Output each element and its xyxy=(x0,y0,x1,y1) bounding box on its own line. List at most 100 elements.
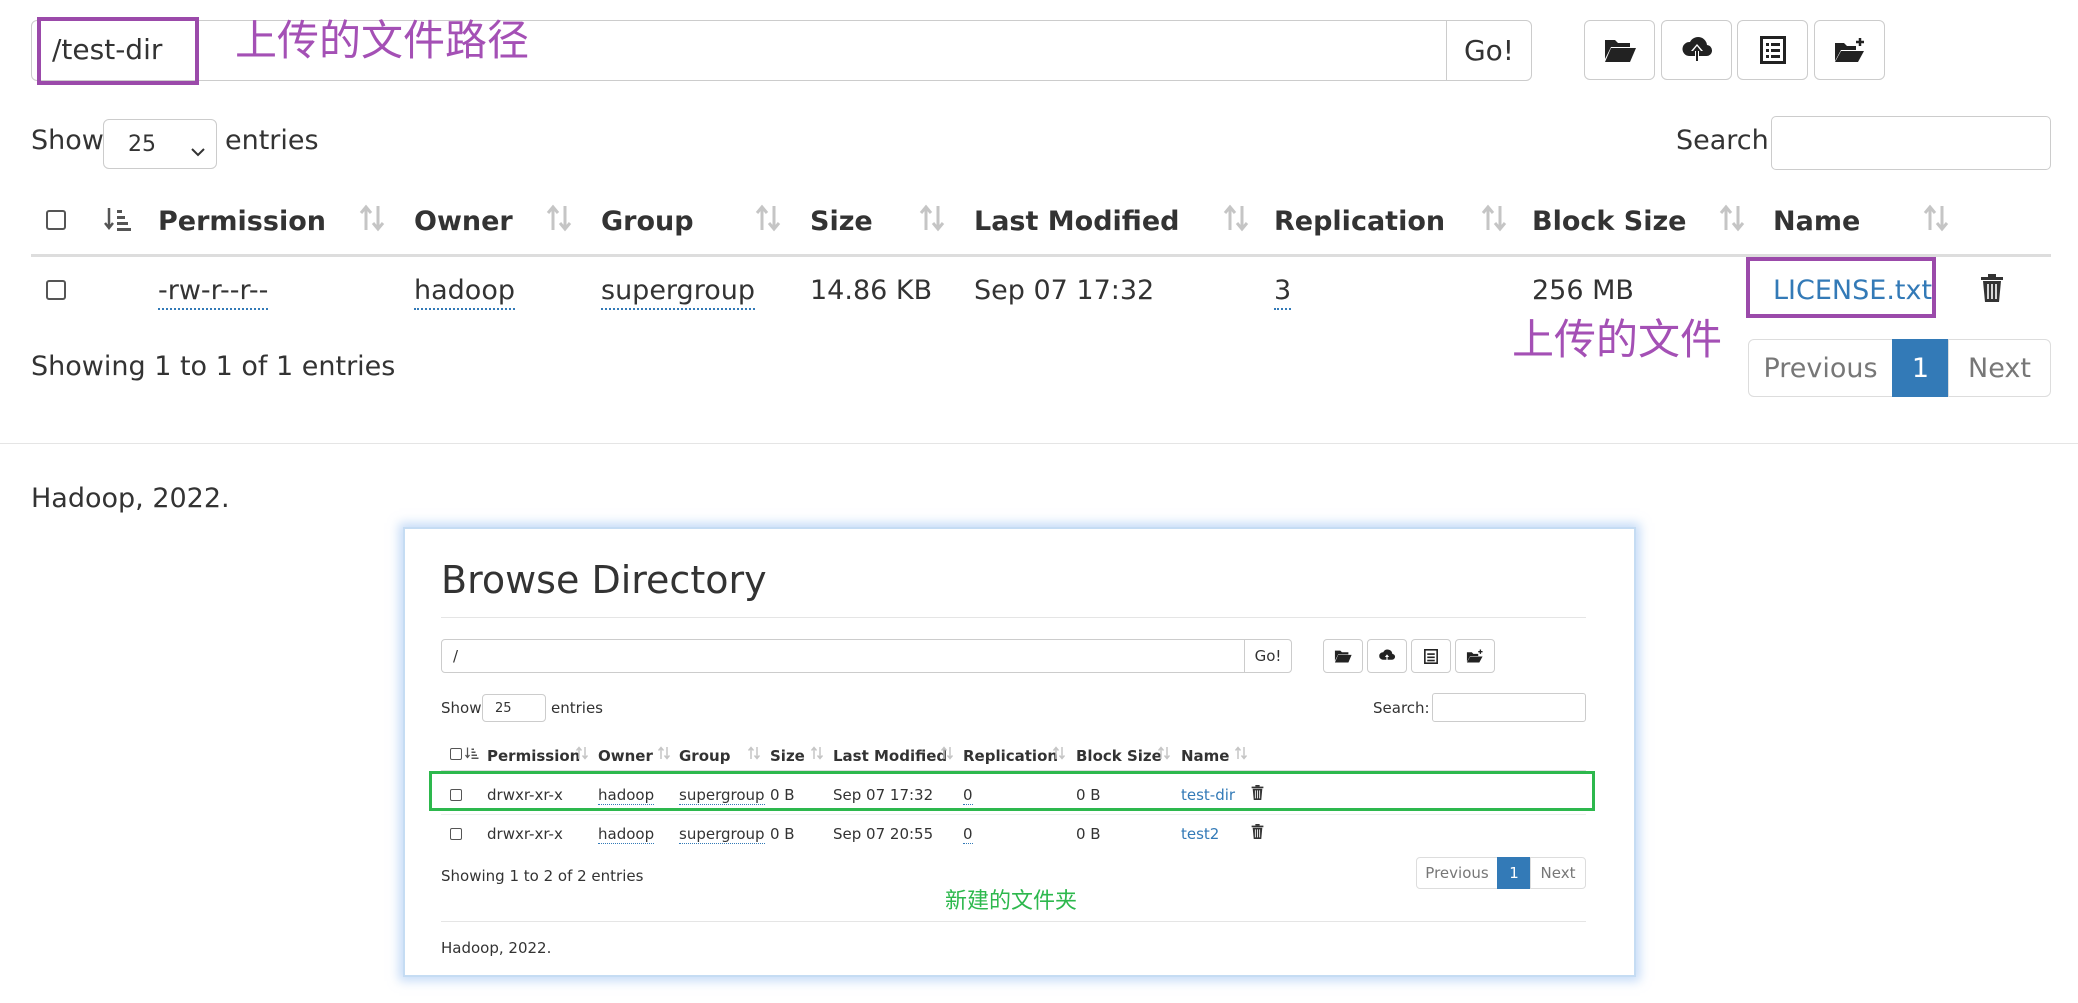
entries-select[interactable]: 25 xyxy=(103,119,217,169)
column-header-owner[interactable]: Owner xyxy=(414,205,513,239)
sort-both-icon[interactable] xyxy=(1922,204,1950,236)
page-1-button[interactable]: 1 xyxy=(1892,339,1949,397)
cell-group[interactable]: supergroup xyxy=(601,274,755,310)
sort-both-icon[interactable] xyxy=(1222,204,1250,236)
browse-folder-button[interactable] xyxy=(1584,20,1655,80)
path-highlight-box xyxy=(37,17,199,85)
inset-footer-divider xyxy=(441,921,1586,922)
sort-both-icon[interactable] xyxy=(918,204,946,236)
folder-open-icon xyxy=(1334,649,1352,663)
cell-owner[interactable]: hadoop xyxy=(414,274,515,310)
next-button[interactable]: Next xyxy=(1948,339,2051,397)
sort-both-icon[interactable] xyxy=(1052,745,1066,764)
cell-replication[interactable]: 3 xyxy=(1274,274,1292,310)
create-folder-button[interactable] xyxy=(1814,20,1885,80)
sort-both-icon[interactable] xyxy=(754,204,782,236)
cell-permission[interactable]: -rw-r--r-- xyxy=(158,274,269,310)
inset-browse-folder-button[interactable] xyxy=(1323,639,1363,673)
cell-block-size: 256 MB xyxy=(1532,275,1634,306)
trash-icon[interactable] xyxy=(1980,274,2004,306)
column-header-permission[interactable]: Permission xyxy=(158,205,326,239)
inset-list-view-button[interactable] xyxy=(1411,639,1451,673)
sort-both-icon[interactable] xyxy=(575,745,589,764)
folder-new-icon xyxy=(1466,649,1484,663)
chevron-down-icon xyxy=(190,138,206,163)
footer-divider xyxy=(0,443,2078,444)
inset-column-header-block-size[interactable]: Block Size xyxy=(1076,747,1162,765)
sort-both-icon[interactable] xyxy=(1480,204,1508,236)
show-label: Show xyxy=(31,125,104,156)
select-all-checkbox[interactable] xyxy=(46,210,66,230)
sort-both-icon[interactable] xyxy=(747,745,761,764)
sort-both-icon[interactable] xyxy=(940,745,954,764)
inset-folder-name-link[interactable]: test2 xyxy=(1181,825,1219,843)
inset-cell-permission: drwxr-xr-x xyxy=(487,825,563,843)
inset-cell-modified: Sep 07 20:55 xyxy=(833,825,934,843)
upload-button[interactable] xyxy=(1661,20,1732,80)
list-view-button[interactable] xyxy=(1737,20,1808,80)
column-header-last-modified[interactable]: Last Modified xyxy=(974,205,1179,239)
sort-both-icon[interactable] xyxy=(358,204,386,236)
inset-select-all-checkbox[interactable] xyxy=(450,748,462,760)
inset-cell-replication[interactable]: 0 xyxy=(963,825,973,844)
inset-row-divider xyxy=(441,814,1586,815)
inset-sort-order-icon[interactable] xyxy=(465,745,479,764)
inset-path-value: / xyxy=(453,647,459,665)
sort-both-icon[interactable] xyxy=(545,204,573,236)
inset-column-header-name[interactable]: Name xyxy=(1181,747,1229,765)
inset-column-header-permission[interactable]: Permission xyxy=(487,747,580,765)
inset-column-header-last-modified[interactable]: Last Modified xyxy=(833,747,947,765)
list-icon xyxy=(1424,648,1438,664)
entries-select-value: 25 xyxy=(128,131,156,157)
inset-cell-size: 0 B xyxy=(770,825,795,843)
trash-icon[interactable] xyxy=(1251,824,1264,843)
inset-screenshot: Browse Directory / Go! Show 25 entries S… xyxy=(403,527,1636,977)
inset-entries-select-value: 25 xyxy=(495,701,512,716)
inset-column-header-replication[interactable]: Replication xyxy=(963,747,1058,765)
sort-both-icon[interactable] xyxy=(1234,745,1248,764)
go-button[interactable]: Go! xyxy=(1446,20,1532,81)
row-checkbox[interactable] xyxy=(46,280,66,300)
file-annotation: 上传的文件 xyxy=(1512,315,1723,364)
inset-create-folder-button[interactable] xyxy=(1455,639,1495,673)
path-annotation: 上传的文件路径 xyxy=(235,16,530,65)
sort-both-icon[interactable] xyxy=(1157,745,1171,764)
inset-previous-button[interactable]: Previous xyxy=(1416,857,1498,889)
column-header-replication[interactable]: Replication xyxy=(1274,205,1445,239)
inset-entries-label: entries xyxy=(551,699,603,717)
inset-row-checkbox[interactable] xyxy=(450,828,462,840)
folder-open-icon xyxy=(1604,37,1636,63)
column-header-name[interactable]: Name xyxy=(1773,205,1860,239)
cell-size: 14.86 KB xyxy=(810,275,933,306)
inset-entries-select[interactable]: 25 xyxy=(482,694,546,722)
sort-both-icon[interactable] xyxy=(657,745,671,764)
search-label: Search: xyxy=(1676,125,1778,156)
inset-cell-owner[interactable]: hadoop xyxy=(598,825,655,844)
folder-new-icon xyxy=(1834,37,1866,63)
entries-label: entries xyxy=(225,125,319,156)
inset-column-header-owner[interactable]: Owner xyxy=(598,747,653,765)
inset-search-input[interactable] xyxy=(1432,693,1586,722)
inset-page-1-button[interactable]: 1 xyxy=(1497,857,1531,889)
sort-order-icon[interactable] xyxy=(104,206,132,236)
inset-folder-highlight-box xyxy=(429,771,1595,811)
column-header-size[interactable]: Size xyxy=(810,205,873,239)
search-input[interactable] xyxy=(1771,116,2051,170)
previous-button[interactable]: Previous xyxy=(1748,339,1893,397)
column-header-group[interactable]: Group xyxy=(601,205,694,239)
file-highlight-box xyxy=(1746,257,1936,318)
inset-next-button[interactable]: Next xyxy=(1530,857,1586,889)
cloud-upload-icon xyxy=(1681,36,1713,64)
inset-footer-text: Hadoop, 2022. xyxy=(441,939,552,957)
column-header-block-size[interactable]: Block Size xyxy=(1532,205,1686,239)
inset-upload-button[interactable] xyxy=(1367,639,1407,673)
inset-column-header-group[interactable]: Group xyxy=(679,747,730,765)
inset-path-input[interactable] xyxy=(441,639,1245,673)
list-icon xyxy=(1759,36,1786,64)
sort-both-icon[interactable] xyxy=(810,745,824,764)
sort-both-icon[interactable] xyxy=(1718,204,1746,236)
inset-cell-group[interactable]: supergroup xyxy=(679,825,765,844)
inset-go-button[interactable]: Go! xyxy=(1244,639,1292,673)
inset-column-header-size[interactable]: Size xyxy=(770,747,805,765)
inset-table-info: Showing 1 to 2 of 2 entries xyxy=(441,867,644,885)
